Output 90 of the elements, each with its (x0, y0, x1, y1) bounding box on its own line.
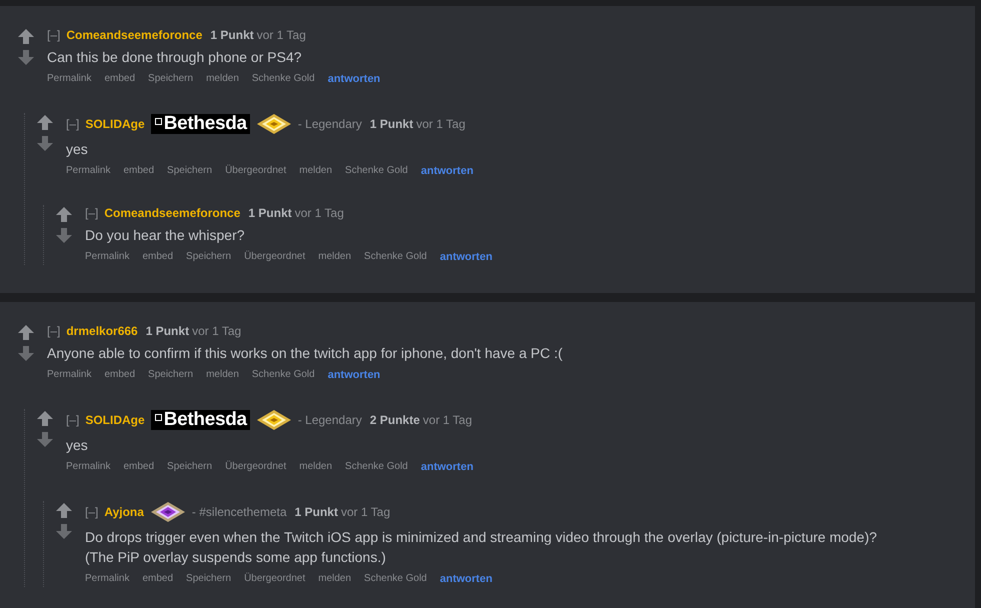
comment-text: Do drops trigger even when the Twitch iOS app is minimized and streaming video through the overlay (picture-in-picture mode)? (The PiP overlay suspends some app functions.) (85, 528, 878, 567)
diamond-badge-icon (150, 501, 186, 523)
action-link[interactable]: Schenke Gold (364, 249, 427, 265)
collapse-toggle[interactable]: [–] (85, 206, 98, 220)
comment-text: Anyone able to confirm if this works on the twitch app for iphone, don't have a PC :( (47, 344, 564, 363)
diamond-badge-icon (256, 113, 292, 135)
action-link[interactable]: Übergeordnet (225, 163, 286, 179)
upvote-arrow-icon[interactable] (56, 207, 72, 222)
action-link[interactable]: Speichern (186, 249, 232, 265)
username-link[interactable]: Comeandseemeforonce (104, 206, 240, 220)
collapse-toggle[interactable]: [–] (47, 324, 60, 338)
action-link[interactable]: Übergeordnet (225, 459, 286, 475)
upvote-arrow-icon[interactable] (37, 411, 53, 426)
score-label: 1 Punkt (210, 28, 254, 42)
upvote-arrow-icon[interactable] (18, 29, 34, 44)
action-link[interactable]: Speichern (148, 367, 194, 383)
comment-text: yes (66, 140, 89, 159)
action-link[interactable]: Speichern (186, 571, 232, 587)
user-flair: - Legendary (298, 117, 362, 131)
action-link[interactable]: Speichern (148, 71, 194, 87)
downvote-arrow-icon[interactable] (56, 524, 72, 539)
user-flair: - Legendary (298, 413, 362, 427)
action-link[interactable]: embed (142, 571, 174, 587)
action-link[interactable]: Schenke Gold (252, 367, 315, 383)
downvote-arrow-icon[interactable] (56, 228, 72, 243)
collapse-toggle[interactable]: [–] (66, 413, 80, 427)
username-link[interactable]: Comeandseemeforonce (66, 28, 202, 42)
action-link[interactable]: Permalink (47, 71, 92, 87)
action-link[interactable]: embed (104, 367, 136, 383)
action-link[interactable]: melden (206, 71, 239, 87)
action-link[interactable]: Permalink (85, 571, 130, 587)
action-link[interactable]: Übergeordnet (244, 571, 306, 587)
username-link[interactable]: SOLIDAge (85, 413, 145, 427)
score-label: 1 Punkt (294, 505, 338, 519)
action-link[interactable]: Permalink (66, 459, 110, 475)
flair-logo: Bethesda (150, 410, 250, 430)
downvote-arrow-icon[interactable] (18, 50, 34, 65)
upvote-arrow-icon[interactable] (18, 325, 34, 340)
diamond-badge-icon (256, 409, 292, 431)
action-link[interactable]: Permalink (85, 249, 130, 265)
action-link[interactable]: embed (123, 163, 154, 179)
action-link[interactable]: Permalink (47, 367, 92, 383)
timestamp: vor 1 Tag (422, 413, 472, 427)
downvote-arrow-icon[interactable] (37, 136, 53, 151)
reply-link[interactable]: antworten (440, 571, 492, 587)
username-link[interactable]: drmelkor666 (66, 324, 138, 338)
action-link[interactable]: Schenke Gold (364, 571, 427, 587)
score-label: 2 Punkte (370, 413, 420, 427)
reply-link[interactable]: antworten (440, 249, 492, 265)
score-label: 1 Punkt (248, 206, 292, 220)
action-link[interactable]: melden (299, 459, 332, 475)
action-link[interactable]: Speichern (167, 163, 212, 179)
score-label: 1 Punkt (370, 117, 414, 131)
comment-text: yes (66, 436, 89, 455)
timestamp: vor 1 Tag (294, 206, 344, 220)
downvote-arrow-icon[interactable] (37, 432, 53, 447)
action-link[interactable]: embed (104, 71, 136, 87)
timestamp: vor 1 Tag (416, 117, 466, 131)
action-link[interactable]: melden (318, 249, 352, 265)
downvote-arrow-icon[interactable] (18, 346, 34, 361)
reply-link[interactable]: antworten (420, 163, 474, 179)
flair-logo: Bethesda (150, 114, 250, 134)
upvote-arrow-icon[interactable] (56, 503, 72, 518)
reply-link[interactable]: antworten (328, 367, 380, 383)
user-flair: - #silencethemeta (192, 505, 287, 519)
reply-link[interactable]: antworten (420, 459, 474, 475)
action-link[interactable]: Schenke Gold (252, 71, 315, 87)
collapse-toggle[interactable]: [–] (47, 28, 60, 42)
action-link[interactable]: Schenke Gold (345, 163, 408, 179)
action-link[interactable]: Permalink (66, 163, 110, 179)
timestamp: vor 1 Tag (340, 505, 390, 519)
action-link[interactable]: Schenke Gold (345, 459, 408, 475)
comment-text: Can this be done through phone or PS4? (47, 48, 303, 67)
timestamp: vor 1 Tag (256, 28, 306, 42)
action-link[interactable]: melden (299, 163, 332, 179)
username-link[interactable]: Ayjona (104, 505, 144, 519)
comment-text: Do you hear the whisper? (85, 226, 246, 245)
score-label: 1 Punkt (146, 324, 190, 338)
reply-link[interactable]: antworten (328, 71, 380, 87)
action-link[interactable]: Speichern (167, 459, 212, 475)
timestamp: vor 1 Tag (192, 324, 242, 338)
action-link[interactable]: embed (142, 249, 174, 265)
action-link[interactable]: melden (318, 571, 352, 587)
action-link[interactable]: Übergeordnet (244, 249, 306, 265)
action-link[interactable]: melden (206, 367, 239, 383)
collapse-toggle[interactable]: [–] (66, 117, 80, 131)
username-link[interactable]: SOLIDAge (85, 117, 145, 131)
action-link[interactable]: embed (123, 459, 154, 475)
collapse-toggle[interactable]: [–] (85, 505, 98, 519)
upvote-arrow-icon[interactable] (37, 115, 53, 130)
